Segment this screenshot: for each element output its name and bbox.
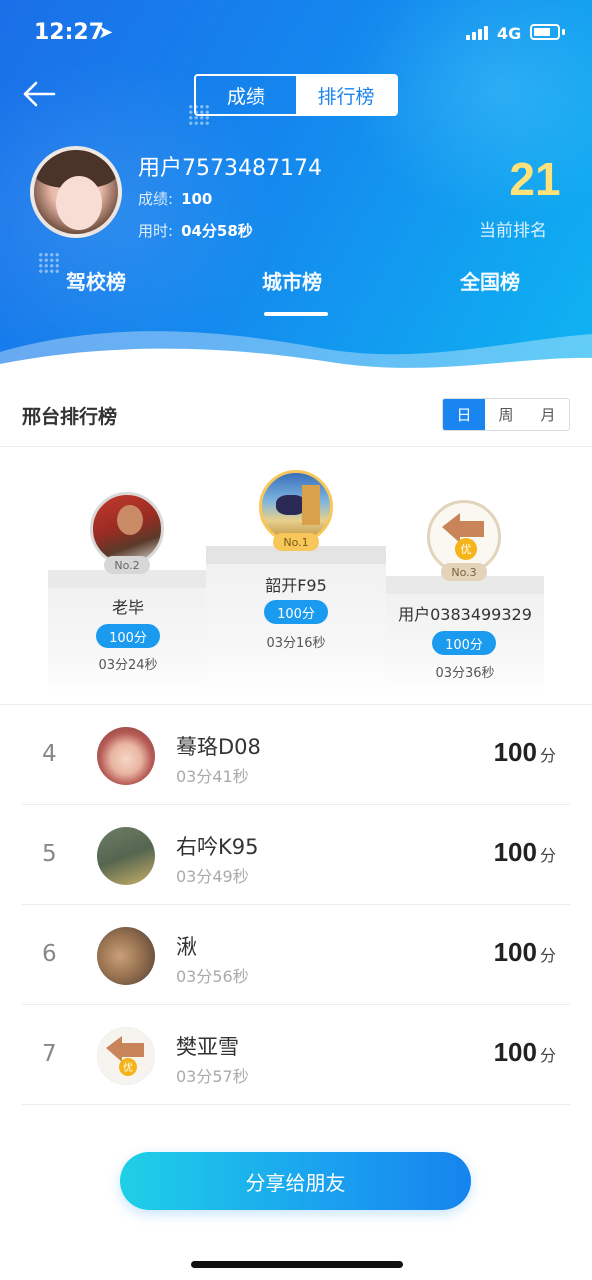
podium-third-badge: No.3 [441,563,487,581]
current-rank-label: 当前排名 [479,221,547,241]
podium-first-badge: No.1 [273,533,319,551]
mascot-text: 优 [123,1061,133,1074]
section-divider [0,446,592,447]
podium-second-avatar[interactable] [90,492,164,566]
podium-first-name: 韶开F95 [265,576,327,595]
decor-dots [38,252,60,274]
period-selector: 日 周 月 [442,398,570,431]
list-item[interactable]: 6 湫 03分56秒 100 分 [22,905,570,1005]
header-wave [0,331,592,380]
home-indicator [191,1261,403,1268]
tab-national[interactable]: 全国榜 [460,266,520,295]
section-title: 邢台排行榜 [22,406,118,428]
row-rank: 6 [42,941,57,967]
mascot-text: 优 [461,543,472,556]
row-name: 右吟K95 [176,835,259,859]
row-time: 03分56秒 [176,967,249,986]
user-time-line: 用时: 04分58秒 [138,220,253,241]
podium-second-name: 老毕 [111,598,144,617]
score-label: 成绩: [138,190,174,208]
row-time: 03分41秒 [176,767,249,786]
podium-second-time: 03分24秒 [98,658,158,673]
header-banner: 12:27 ➤ 4G 成绩 排行榜 用户7573487174 成绩: 100 用时… [0,0,592,380]
podium-third-score: 100分 [432,631,496,655]
podium-first-score: 100分 [264,600,328,624]
time-label: 用时: [138,222,174,240]
leaderboard-screen: 12:27 ➤ 4G 成绩 排行榜 用户7573487174 成绩: 100 用时… [0,0,592,1280]
row-rank: 5 [42,841,57,867]
podium-first-time: 03分16秒 [266,636,326,651]
view-segment-control: 成绩 排行榜 [194,74,398,116]
podium-third-time: 03分36秒 [435,666,495,681]
podium-third-name: 用户0383499329 [398,605,532,624]
period-month[interactable]: 月 [527,399,569,430]
segment-leaderboard[interactable]: 排行榜 [296,76,396,114]
network-type: 4G [497,24,522,43]
row-avatar[interactable] [97,827,155,885]
mascot-icon: 优 [106,1036,144,1076]
row-time: 03分49秒 [176,867,249,886]
list-item[interactable]: 7 优 樊亚雪 03分57秒 100 分 [22,1005,570,1105]
segment-scores[interactable]: 成绩 [196,76,296,114]
decor-dots [188,104,210,126]
status-time: 12:27 [34,20,105,45]
row-rank: 4 [42,741,57,767]
list-item[interactable]: 5 右吟K95 03分49秒 100 分 [22,805,570,905]
back-arrow-icon[interactable] [22,80,56,108]
period-week[interactable]: 周 [485,399,527,430]
score-value: 100 [181,190,213,208]
row-name: 湫 [176,935,197,959]
row-name: 樊亚雪 [176,1035,239,1059]
current-rank-value: 21 [509,153,561,205]
tab-driving-school[interactable]: 驾校榜 [66,266,126,295]
row-score: 100 分 [493,837,556,867]
status-bar: 12:27 ➤ 4G [0,0,592,70]
row-score: 100 分 [493,1037,556,1067]
podium-second-score: 100分 [96,624,160,648]
mascot-icon: 优 [442,513,484,560]
row-rank: 7 [42,1041,57,1067]
user-name: 用户7573487174 [138,156,322,181]
row-avatar[interactable]: 优 [97,1027,155,1085]
row-time: 03分57秒 [176,1067,249,1086]
signal-icon [466,26,492,40]
list-item[interactable]: 4 蓦珞D08 03分41秒 100 分 [22,705,570,805]
row-avatar[interactable] [97,727,155,785]
row-score: 100 分 [493,737,556,767]
battery-icon [530,24,560,40]
period-day[interactable]: 日 [443,399,485,430]
user-score-line: 成绩: 100 [138,188,212,209]
podium-second-badge: No.2 [104,556,150,574]
row-name: 蓦珞D08 [176,735,261,759]
row-avatar[interactable] [97,927,155,985]
user-avatar[interactable] [30,146,122,238]
tab-city[interactable]: 城市榜 [262,266,322,295]
battery-cap [562,29,565,35]
time-value: 04分58秒 [181,222,253,240]
row-score: 100 分 [493,937,556,967]
location-arrow-icon: ➤ [98,22,114,43]
share-button[interactable]: 分享给朋友 [120,1152,471,1210]
